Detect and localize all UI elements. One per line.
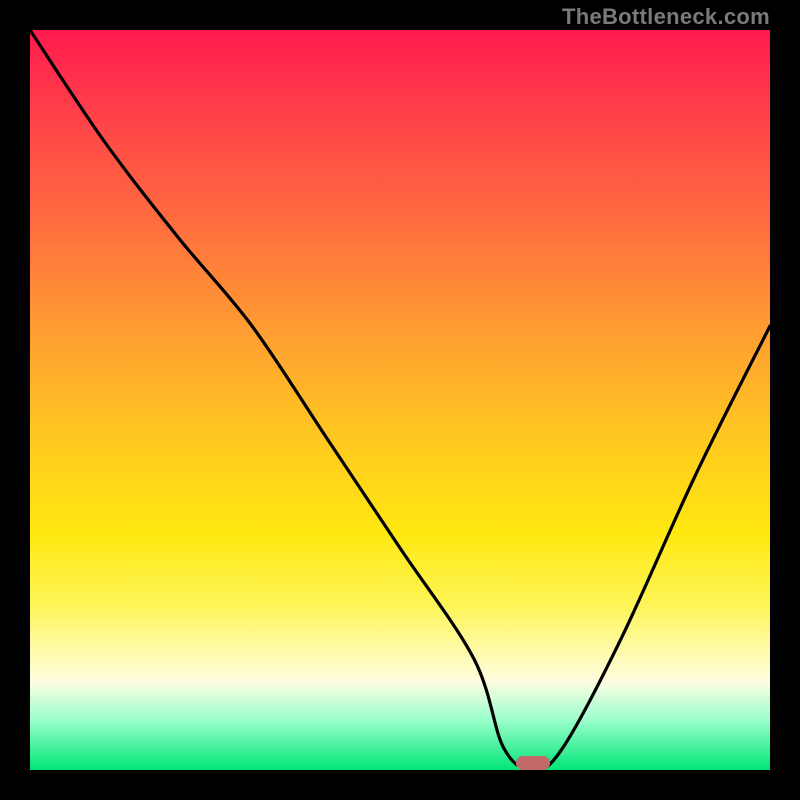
chart-plot-area — [30, 30, 770, 770]
optimal-marker — [516, 756, 550, 770]
watermark-text: TheBottleneck.com — [562, 4, 770, 30]
bottleneck-curve — [30, 30, 770, 770]
